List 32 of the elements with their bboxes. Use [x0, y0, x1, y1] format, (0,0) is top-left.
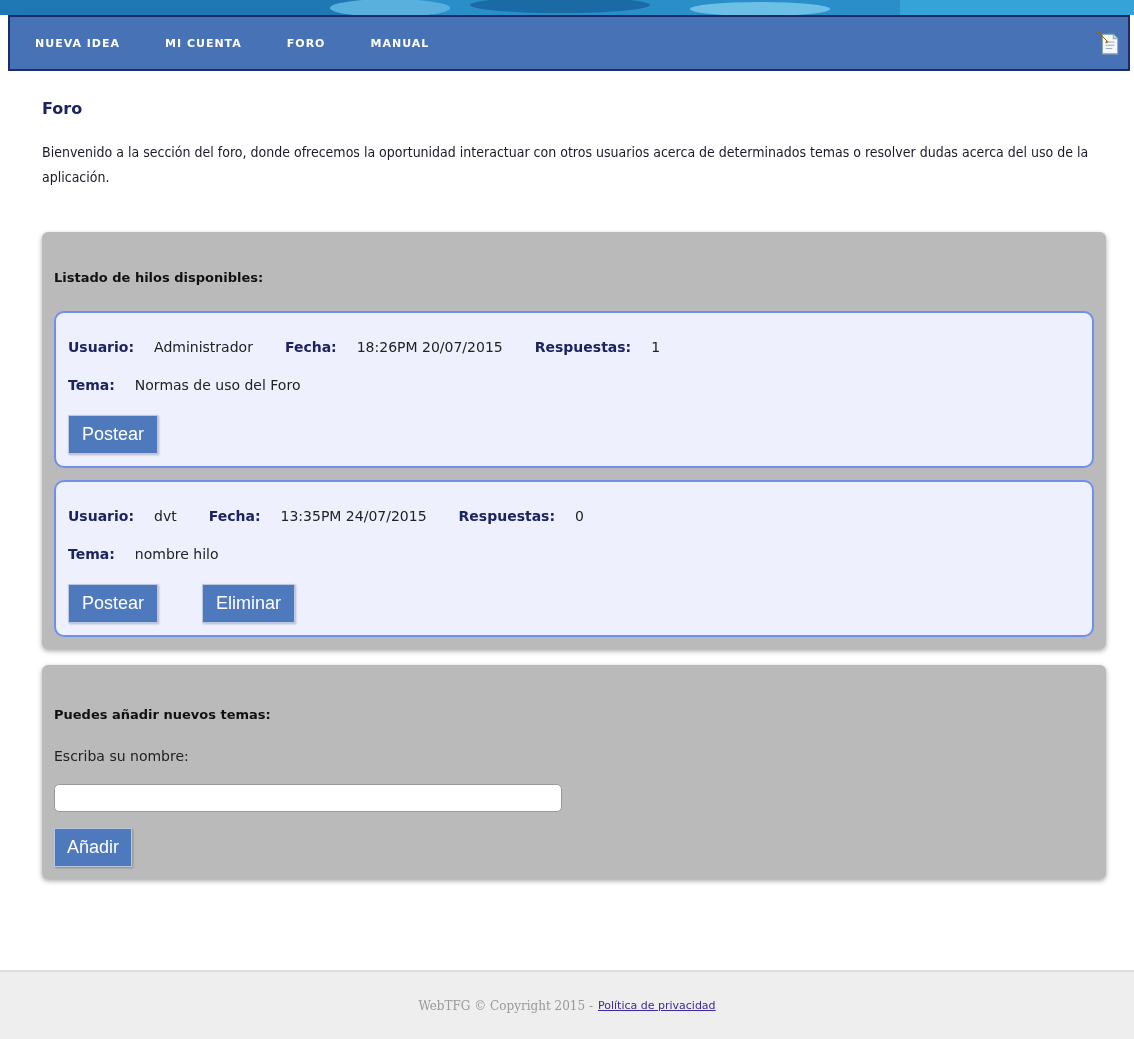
field-label: Respuestas:: [458, 508, 556, 524]
field-label: Escriba su nombre:: [54, 748, 190, 764]
field-label: Usuario:: [68, 508, 135, 524]
field-label: Usuario:: [68, 339, 135, 355]
field-value: 13:35PM 24/07/2015: [280, 508, 427, 524]
field-value: 0: [575, 508, 584, 524]
field-label: Tema:: [68, 546, 115, 562]
field-value: 18:26PM 20/07/2015: [356, 339, 503, 355]
nav-link[interactable]: MI CUENTA: [165, 36, 242, 50]
field-label: Respuestas:: [534, 339, 632, 355]
nav-link[interactable]: MANUAL: [370, 36, 430, 50]
name-input[interactable]: [54, 784, 562, 812]
action-button[interactable]: Eliminar: [202, 584, 296, 623]
field-label: Fecha:: [208, 508, 261, 524]
field-label: Fecha:: [284, 339, 337, 355]
nav-link[interactable]: NUEVA IDEA: [35, 36, 120, 50]
add-button[interactable]: Añadir: [54, 828, 133, 867]
field-value: nombre hilo: [134, 546, 219, 562]
field-value: dvt: [154, 508, 177, 524]
nav-link[interactable]: FORO: [286, 36, 326, 50]
action-button[interactable]: Postear: [68, 415, 159, 454]
field-value: Administrador: [154, 339, 253, 355]
action-button[interactable]: Postear: [68, 584, 159, 623]
field-value: Normas de uso del Foro: [134, 377, 301, 393]
privacy-link[interactable]: Política de privacidad: [598, 999, 716, 1012]
page-title: Foro: [42, 99, 84, 118]
field-label: Tema:: [68, 377, 115, 393]
copyright-text: WebTFG © Copyright 2015 -: [418, 998, 593, 1013]
panel-heading: Puedes añadir nuevos temas:: [54, 707, 272, 722]
intro-text: Bienvenido a la sección del foro, donde ofrecemos la oportunidad interactuar con otros usuarios acerca de determinados temas o resolver dudas acerca del uso de la aplicación.: [42, 143, 1090, 187]
field-value: 1: [651, 339, 661, 355]
panel-heading: Listado de hilos disponibles:: [54, 270, 265, 285]
